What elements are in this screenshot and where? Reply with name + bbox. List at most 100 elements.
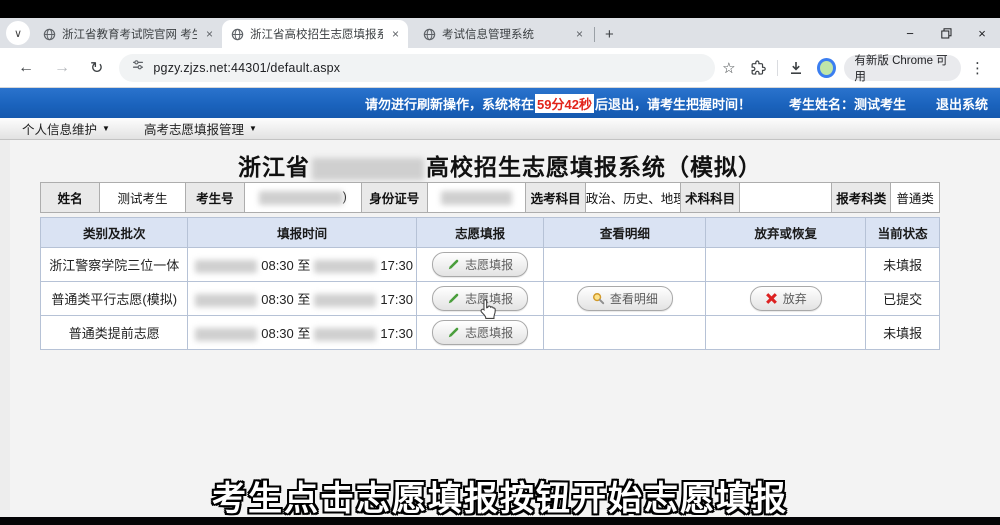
globe-icon [231,28,244,41]
button-label: 放弃 [783,290,807,307]
batch-name: 浙江警察学院三位一体 [41,248,188,282]
time-open: 08:30 至 [261,292,310,307]
toolbar-divider [777,60,778,76]
name-label: 姓名 [41,183,100,213]
pencil-icon [447,292,460,305]
pencil-icon [447,326,460,339]
tab-separator [594,27,595,42]
forward-icon[interactable]: → [44,59,80,77]
tab-label: 浙江省教育考试院官网 考生办事 [62,26,197,42]
window-controls: − × [892,18,1000,48]
redacted-date [195,328,257,341]
cancel-cell [706,316,866,350]
col-batch: 类别及批次 [41,218,188,248]
downloads-icon[interactable] [781,60,811,76]
category-value: 普通类 [891,183,940,213]
menu-label: 个人信息维护 [22,119,97,138]
profile-avatar[interactable] [817,58,836,78]
new-tab-button[interactable]: + [605,26,614,43]
menu-volunteer-management[interactable]: 高考志愿填报管理 ▼ [144,119,257,138]
status-text: 已提交 [866,282,940,316]
session-notice-bar: 请勿进行刷新操作，系统将在59分42秒后退出，请考生把握时间！ 考生姓名：测试考… [0,88,1000,118]
page-title: 浙江省高校招生志愿填报系统（模拟） [0,148,1000,182]
cancel-cell: 放弃 [706,282,866,316]
close-icon[interactable]: × [573,27,586,41]
col-status: 当前状态 [866,218,940,248]
menu-dots-icon[interactable]: ⋮ [963,59,992,77]
cancel-button[interactable]: 放弃 [750,286,822,311]
tab-volunteer-system[interactable]: 浙江省高校招生志愿填报系统 × [222,20,408,48]
student-info-table: 姓名 测试考生 考生号 ) 身份证号 选考科目 政治、历史、地理 术科科目 报考… [40,182,940,213]
close-icon[interactable]: × [389,27,402,41]
exam-no-value: ) [245,183,362,213]
tab-search-button[interactable]: ∨ [6,21,30,45]
notice-suffix: 后退出，请考生把握时间！ [595,94,751,113]
app-menu-bar: 个人信息维护 ▼ 高考志愿填报管理 ▼ [0,118,1000,140]
logout-link[interactable]: 退出系统 [936,94,988,113]
video-subtitle: 考生点击志愿填报按钮开始志愿填报 [0,471,1000,520]
toolbar-right: ☆ 有新版 Chrome 可用 ⋮ [715,55,1000,81]
globe-icon [43,28,56,41]
col-detail: 查看明细 [544,218,706,248]
id-value [427,183,526,213]
time-close: 17:30 [380,326,413,341]
button-label: 志愿填报 [465,324,513,341]
batch-name: 普通类提前志愿 [41,316,188,350]
tab-label: 浙江省高校招生志愿填报系统 [250,26,383,42]
redacted-year [312,158,424,180]
site-settings-icon[interactable] [131,58,145,77]
maximize-button[interactable] [928,18,964,48]
fill-time: 08:30 至 17:30 [188,282,416,316]
tab-exam-info-system[interactable]: 考试信息管理系统 × [414,20,592,48]
hand-cursor-icon [477,297,498,326]
chevron-down-icon: ▼ [102,124,110,133]
extensions-icon[interactable] [743,60,773,76]
reload-icon[interactable]: ↻ [80,58,113,78]
pencil-icon [447,258,460,271]
redacted-date [195,294,257,307]
status-text: 未填报 [866,248,940,282]
col-time: 填报时间 [188,218,416,248]
batch-table: 类别及批次 填报时间 志愿填报 查看明细 放弃或恢复 当前状态 浙江警察学院三位… [40,217,940,350]
menu-label: 高考志愿填报管理 [144,119,244,138]
browser-toolbar: ← → ↻ pgzy.zjzs.net:44301/default.aspx ☆… [0,48,1000,88]
detail-cell [544,316,706,350]
chrome-update-button[interactable]: 有新版 Chrome 可用 [844,55,961,81]
page-content: 浙江省高校招生志愿填报系统（模拟） 姓名 测试考生 考生号 ) 身份证号 选考科… [0,140,1000,510]
chevron-down-icon: ∨ [14,27,22,40]
detail-cell: 查看明细 [544,282,706,316]
close-icon[interactable]: × [203,27,216,41]
update-label: 有新版 Chrome 可用 [854,52,951,84]
close-window-button[interactable]: × [964,18,1000,48]
subjects-value: 政治、历史、地理 [585,183,680,213]
red-x-icon [765,292,778,305]
title-prefix: 浙江省 [238,154,310,180]
magnifier-icon [592,292,605,305]
art-value [740,183,832,213]
notice-prefix: 请勿进行刷新操作，系统将在 [365,94,534,113]
tab-exam-portal[interactable]: 浙江省教育考试院官网 考生办事 × [34,20,222,48]
time-close: 17:30 [380,258,413,273]
back-icon[interactable]: ← [8,59,44,77]
tab-label: 考试信息管理系统 [442,26,567,42]
fill-cell: 志愿填报 [416,248,544,282]
button-label: 志愿填报 [465,256,513,273]
url-text: pgzy.zjzs.net:44301/default.aspx [153,61,340,75]
time-close: 17:30 [380,292,413,307]
bookmark-star-icon[interactable]: ☆ [715,59,742,77]
button-label: 查看明细 [610,290,658,307]
screen: ∨ 浙江省教育考试院官网 考生办事 × 浙江省高校招生志愿填报系统 × 考试信息… [0,0,1000,525]
id-label: 身份证号 [361,183,427,213]
menu-personal-info[interactable]: 个人信息维护 ▼ [22,119,110,138]
minimize-button[interactable]: − [892,18,928,48]
view-detail-button[interactable]: 查看明细 [577,286,673,311]
browser-tab-strip: ∨ 浙江省教育考试院官网 考生办事 × 浙江省高校招生志愿填报系统 × 考试信息… [0,18,1000,48]
exam-no-label: 考生号 [185,183,244,213]
col-cancel: 放弃或恢复 [706,218,866,248]
chevron-down-icon: ▼ [249,124,257,133]
address-bar[interactable]: pgzy.zjzs.net:44301/default.aspx [119,54,715,82]
redacted-date [314,294,376,307]
fill-volunteer-button[interactable]: 志愿填报 [432,252,528,277]
redacted-date [195,260,257,273]
table-row: 浙江警察学院三位一体 08:30 至17:30 志愿填报 未填报 [41,248,940,282]
